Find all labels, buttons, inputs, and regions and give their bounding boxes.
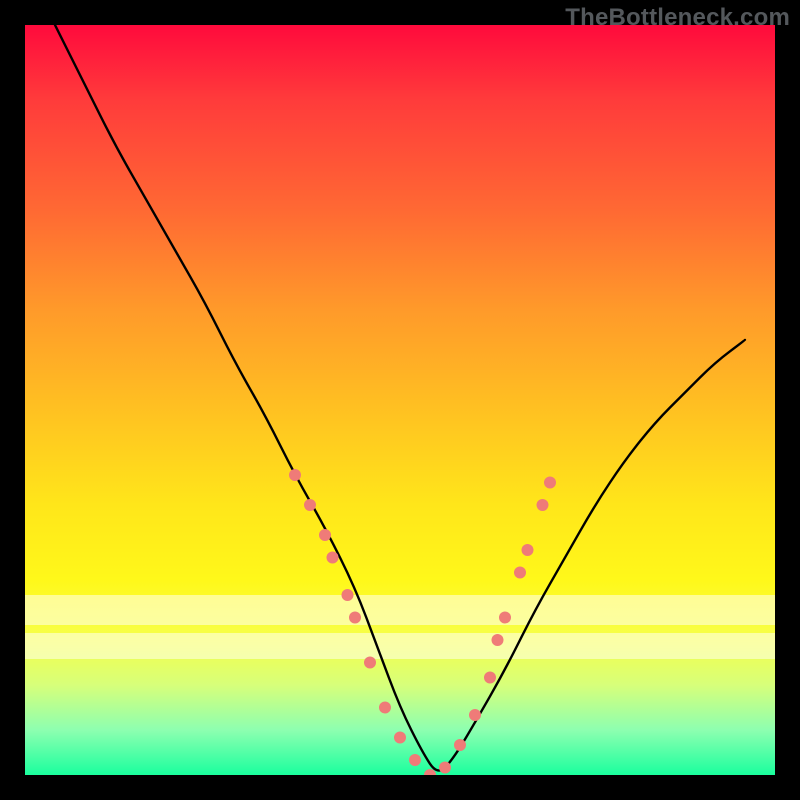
marker-point (327, 552, 339, 564)
marker-point (364, 657, 376, 669)
marker-point (514, 567, 526, 579)
marker-point (484, 672, 496, 684)
marker-point (492, 634, 504, 646)
marker-point (394, 732, 406, 744)
chart-svg (25, 25, 775, 775)
marker-point (537, 499, 549, 511)
marker-point (379, 702, 391, 714)
marker-point (439, 762, 451, 774)
marker-point (304, 499, 316, 511)
marker-point (349, 612, 361, 624)
plot-area (25, 25, 775, 775)
watermark-text: TheBottleneck.com (565, 4, 790, 32)
bottleneck-curve (55, 25, 745, 771)
chart-frame: TheBottleneck.com (0, 0, 800, 800)
marker-point (319, 529, 331, 541)
marker-point (454, 739, 466, 751)
marker-point (409, 754, 421, 766)
marker-point (522, 544, 534, 556)
marker-point (469, 709, 481, 721)
marker-point (544, 477, 556, 489)
marker-point (499, 612, 511, 624)
marker-point (289, 469, 301, 481)
marker-point (342, 589, 354, 601)
marker-group (289, 469, 556, 775)
